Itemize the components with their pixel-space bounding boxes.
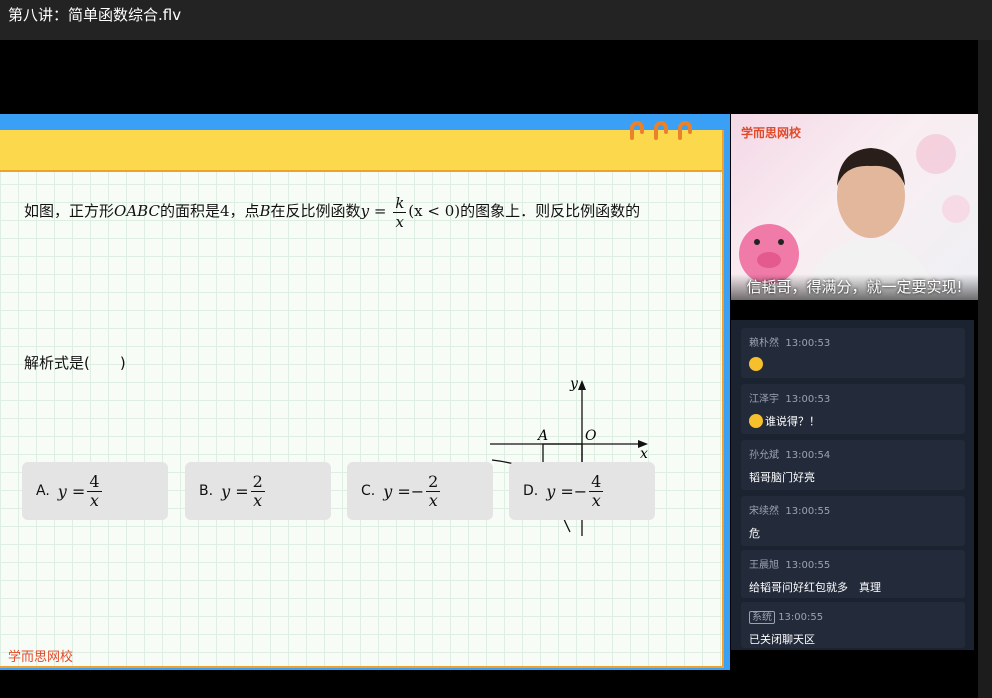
brand-logo: 学而思网校 [8, 650, 74, 665]
option-numerator: 4 [589, 471, 604, 492]
question-text: 如图，正方形OABC的面积是4，点B在反比例函数y = k x (x < 0)的图象… [24, 188, 704, 234]
option-fraction: 4x [87, 471, 102, 510]
slide-banner [0, 121, 722, 172]
func-condition: (x < 0) [408, 202, 461, 220]
label-o: O [585, 428, 597, 444]
question-mid1: 的面积是 [159, 202, 220, 220]
chat-time: 13:00:53 [785, 338, 831, 349]
chat-user: 王晨旭 [749, 560, 779, 571]
option-letter: D. [523, 483, 539, 499]
area-value: 4 [219, 202, 230, 220]
right-edge-strip [978, 40, 992, 698]
option-fraction: 4x [589, 471, 604, 510]
chat-message-system: 系统 13:00:55 已关闭聊天区 [741, 602, 965, 648]
chat-text-content: 谁说得？！ [765, 415, 820, 428]
option-lhs: y = [221, 481, 249, 501]
option-numerator: 2 [426, 471, 441, 492]
chat-time: 13:00:53 [785, 394, 831, 405]
chat-user: 宋续然 [749, 506, 779, 517]
chat-meta: 赖朴然 13:00:53 [749, 334, 957, 349]
courseware-slide: 如图，正方形OABC的面积是4，点B在反比例函数y = k x (x < 0)的图象… [0, 114, 730, 670]
window-title: 第八讲：简单函数综合.flv [0, 0, 992, 40]
chat-meta: 宋续然 13:00:55 [749, 502, 957, 517]
question-mid2: ，点 [229, 202, 260, 220]
chat-message: 赖朴然 13:00:53 [741, 328, 965, 378]
option-a[interactable]: A. y = 4x [22, 462, 168, 520]
chat-message: 宋续然 13:00:55 危 [741, 496, 965, 546]
chat-time: 13:00:55 [785, 506, 831, 517]
chat-panel: 赖朴然 13:00:53 江泽宇 13:00:53 谁说得？！ 孙允斌 13:0… [731, 320, 974, 650]
hook-decor-icon [654, 121, 668, 140]
chat-text: 已关闭聊天区 [749, 633, 815, 646]
label-a: A [536, 428, 548, 444]
label-x: x [640, 446, 648, 462]
option-denominator: x [591, 490, 601, 510]
hook-decor-icon [678, 121, 692, 140]
hook-decor-icon [630, 121, 644, 140]
slide-canvas: 如图，正方形OABC的面积是4，点B在反比例函数y = k x (x < 0)的图象… [0, 121, 724, 668]
option-fraction: 2x [426, 471, 441, 510]
option-b[interactable]: B. y = 2x [185, 462, 331, 520]
func-equals: = [373, 202, 387, 220]
option-letter: A. [36, 483, 50, 499]
option-letter: C. [361, 483, 376, 499]
chat-text: 危 [749, 527, 760, 540]
question-prefix: 如图，正方形 [24, 202, 115, 220]
chat-text [749, 357, 957, 371]
chat-text: 给韬哥问好红包就多 真理 [749, 581, 881, 594]
point-name: B [259, 202, 271, 220]
label-y: y [569, 376, 579, 392]
option-lhs: y = [383, 481, 411, 501]
chat-meta: 江泽宇 13:00:53 [749, 390, 957, 405]
func-fraction: kx [393, 193, 407, 231]
laugh-cry-emoji-icon [749, 414, 763, 428]
chat-message: 孙允斌 13:00:54 韬哥脑门好亮 [741, 440, 965, 490]
func-numerator: k [393, 193, 407, 213]
square-name: OABC [114, 202, 160, 220]
question-line2: 解析式是( ) [24, 354, 126, 372]
question-suffix: 的图象上．则反比例函数的 [460, 202, 641, 220]
option-denominator: x [428, 490, 438, 510]
chat-meta: 系统 13:00:55 [749, 608, 957, 624]
option-denominator: x [253, 490, 263, 510]
option-letter: B. [199, 483, 214, 499]
option-lhs: y = [546, 481, 574, 501]
video-caption: 信韬哥，得满分，就一定要实现! [731, 274, 978, 300]
func-denominator: x [395, 212, 404, 231]
option-sign: − [573, 481, 588, 501]
chat-time: 13:00:55 [778, 612, 824, 623]
option-c[interactable]: C. y = − 2x [347, 462, 493, 520]
option-fraction: 2x [250, 471, 265, 510]
func-y: y [360, 202, 370, 220]
chat-meta: 王晨旭 13:00:55 [749, 556, 957, 571]
option-lhs: y = [57, 481, 86, 501]
chat-text: 韬哥脑门好亮 [749, 471, 815, 484]
option-numerator: 4 [87, 471, 102, 492]
option-numerator: 2 [250, 471, 265, 492]
y-axis-arrow [578, 380, 586, 390]
chat-meta: 孙允斌 13:00:54 [749, 446, 957, 461]
teacher-figure [739, 134, 970, 300]
chat-user: 江泽宇 [749, 394, 779, 405]
chat-user: 赖朴然 [749, 338, 779, 349]
chat-text: 谁说得？！ [749, 413, 957, 429]
teacher-video[interactable]: 学而思网校 信韬哥，得满分，就一定要实现! [731, 114, 978, 300]
smile-emoji-icon [749, 357, 763, 371]
chat-message: 王晨旭 13:00:55 给韬哥问好红包就多 真理 [741, 550, 965, 598]
chat-time: 13:00:55 [785, 560, 831, 571]
option-sign: − [410, 481, 425, 501]
chat-time: 13:00:54 [785, 450, 831, 461]
chat-user: 孙允斌 [749, 450, 779, 461]
system-tag: 系统 [749, 611, 775, 624]
option-d[interactable]: D. y = − 4x [509, 462, 655, 520]
chat-message: 江泽宇 13:00:53 谁说得？！ [741, 384, 965, 434]
option-denominator: x [89, 490, 99, 510]
question-mid3: 在反比例函数 [270, 202, 361, 220]
